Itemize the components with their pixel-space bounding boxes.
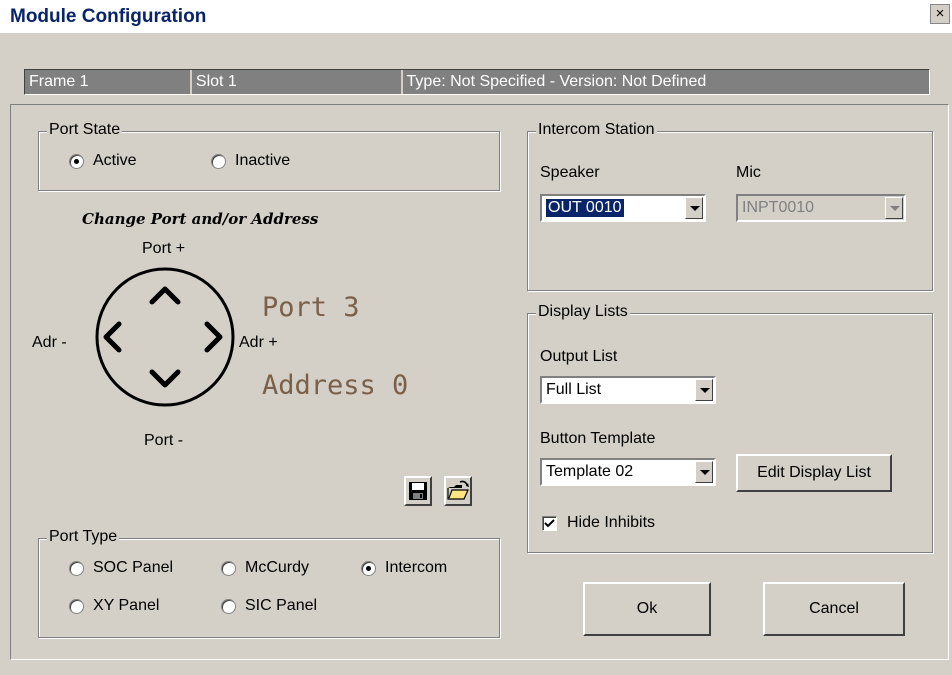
- module-status-bar: Frame 1 Slot 1 Type: Not Specified - Ver…: [24, 69, 930, 95]
- radio-soc-panel-indicator: [69, 560, 84, 576]
- edit-display-list-label: Edit Display List: [757, 464, 871, 481]
- radio-active-indicator: [69, 153, 84, 169]
- radio-xy-panel[interactable]: XY Panel: [69, 597, 159, 615]
- radio-mccurdy[interactable]: McCurdy: [221, 559, 309, 577]
- address-right-arrow-icon[interactable]: [198, 317, 228, 357]
- navigator-heading: Change Port and/or Address: [82, 210, 319, 228]
- radio-intercom[interactable]: Intercom: [361, 559, 447, 577]
- address-left-arrow-icon[interactable]: [102, 317, 132, 357]
- port-state-group: Port State Active Inactive: [38, 121, 500, 191]
- radio-soc-panel-label: SOC Panel: [93, 559, 174, 576]
- radio-active[interactable]: Active: [69, 152, 137, 170]
- radio-intercom-label: Intercom: [385, 559, 448, 576]
- address-display: Address 0: [262, 370, 409, 401]
- radio-active-label: Active: [93, 152, 137, 169]
- navigation-dial: [95, 267, 235, 407]
- save-button[interactable]: [404, 476, 432, 506]
- checkmark-icon: [544, 518, 555, 527]
- radio-intercom-indicator: [361, 560, 376, 576]
- status-slot: Slot 1: [192, 70, 403, 94]
- port-display: Port 3: [262, 292, 360, 323]
- adr-minus-label: Adr -: [32, 334, 67, 351]
- intercom-station-group: Intercom Station Speaker Mic OUT 0010 IN…: [527, 121, 933, 291]
- radio-sic-panel-indicator: [221, 598, 236, 614]
- close-icon[interactable]: ×: [930, 4, 950, 24]
- speaker-select[interactable]: OUT 0010: [540, 194, 706, 222]
- output-list-select[interactable]: Full List: [540, 376, 716, 404]
- intercom-station-label: Intercom Station: [536, 121, 657, 139]
- display-lists-label: Display Lists: [536, 303, 630, 321]
- port-plus-label: Port +: [142, 240, 186, 257]
- port-down-arrow-icon[interactable]: [145, 362, 185, 392]
- save-icon: [409, 482, 427, 500]
- mic-label: Mic: [736, 164, 761, 181]
- radio-mccurdy-indicator: [221, 560, 236, 576]
- title-bar: Module Configuration ×: [0, 0, 952, 33]
- hide-inhibits-label: Hide Inhibits: [567, 514, 656, 531]
- port-minus-label: Port -: [144, 432, 184, 449]
- cancel-button[interactable]: Cancel: [763, 582, 905, 636]
- status-type-version: Type: Not Specified - Version: Not Defin…: [406, 73, 707, 90]
- mic-value: INPT0010: [742, 199, 815, 216]
- status-frame: Frame 1: [25, 70, 192, 94]
- chevron-down-icon[interactable]: [695, 461, 713, 483]
- radio-xy-panel-indicator: [69, 598, 84, 614]
- radio-inactive[interactable]: Inactive: [211, 152, 290, 170]
- radio-mccurdy-label: McCurdy: [245, 559, 310, 576]
- adr-plus-label: Adr +: [239, 334, 278, 351]
- mic-select[interactable]: INPT0010: [736, 194, 906, 222]
- radio-soc-panel[interactable]: SOC Panel: [69, 559, 173, 577]
- port-state-label: Port State: [47, 121, 123, 139]
- output-list-label: Output List: [540, 348, 618, 365]
- open-button[interactable]: [444, 476, 472, 506]
- open-folder-icon: [447, 480, 469, 500]
- port-up-arrow-icon[interactable]: [145, 282, 185, 310]
- radio-inactive-label: Inactive: [235, 152, 291, 169]
- cancel-label: Cancel: [809, 600, 859, 617]
- display-lists-group: Display Lists Output List Full List Butt…: [527, 303, 933, 553]
- speaker-label: Speaker: [540, 164, 600, 181]
- button-template-value: Template 02: [546, 463, 634, 480]
- chevron-down-icon[interactable]: [695, 379, 713, 401]
- port-type-label: Port Type: [47, 528, 120, 546]
- hide-inhibits-checkbox-box: [542, 515, 557, 531]
- radio-sic-panel-label: SIC Panel: [245, 597, 318, 614]
- radio-xy-panel-label: XY Panel: [93, 597, 160, 614]
- ok-label: Ok: [636, 600, 658, 617]
- hide-inhibits-checkbox[interactable]: Hide Inhibits: [542, 514, 655, 532]
- radio-inactive-indicator: [211, 153, 226, 169]
- port-type-group: Port Type SOC Panel McCurdy Intercom XY …: [38, 528, 500, 638]
- output-list-value: Full List: [546, 381, 602, 398]
- button-template-label: Button Template: [540, 430, 656, 447]
- radio-sic-panel[interactable]: SIC Panel: [221, 597, 317, 615]
- button-template-select[interactable]: Template 02: [540, 458, 716, 486]
- chevron-down-icon[interactable]: [885, 197, 903, 219]
- window-title: Module Configuration: [10, 6, 207, 27]
- edit-display-list-button[interactable]: Edit Display List: [736, 454, 892, 492]
- ok-button[interactable]: Ok: [583, 582, 711, 636]
- speaker-value: OUT 0010: [545, 198, 625, 218]
- chevron-down-icon[interactable]: [685, 197, 703, 219]
